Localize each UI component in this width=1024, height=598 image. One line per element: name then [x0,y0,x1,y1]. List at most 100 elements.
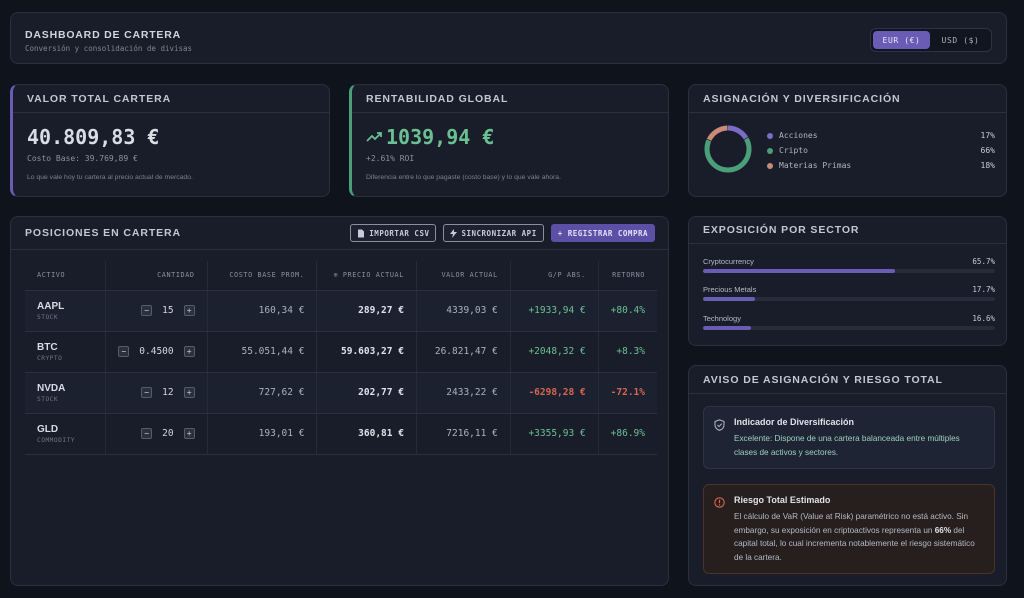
current-price-cell: 202,77 € [316,372,417,414]
sector-title: EXPOSICIÓN POR SECTOR [689,217,1006,244]
page-title: DASHBOARD DE CARTERA [25,29,182,41]
global-return-amount: 1039,94 € [386,125,495,149]
asset-symbol: GLD [37,423,59,435]
total-risk-title: Riesgo Total Estimado [734,495,831,505]
col-current-price: ⊕ PRECIO ACTUAL [316,261,417,291]
currency-eur-button[interactable]: EUR (€) [873,31,930,49]
quantity-value: 0.4500 [139,346,174,357]
pl-cell: +2048,32 € [510,331,599,373]
legend-value: 66% [980,146,995,155]
decrement-button[interactable]: − [141,387,153,398]
col-current-value: VALOR ACTUAL [416,261,511,291]
diversification-alert: Indicador de Diversificación Excelente: … [703,406,995,469]
asset-cell: NVDA STOCK [25,372,107,414]
table-header-row: ACTIVO CANTIDAD COSTO BASE PROM. ⊕ PRECI… [25,261,657,291]
risk-title: AVISO DE ASIGNACIÓN Y RIESGO TOTAL [689,366,1006,394]
register-purchase-button[interactable]: + REGISTRAR COMPRA [550,224,655,242]
total-risk-alert: Riesgo Total Estimado El cálculo de VaR … [703,484,995,574]
increment-button[interactable]: + [183,387,195,398]
table-row[interactable]: GLD COMMODITY −20 + 193,01 € 360,81 € 7216… [25,413,657,455]
decrement-button[interactable]: − [118,346,130,357]
allocation-title: ASIGNACIÓN Y DIVERSIFICACIÓN [689,85,1006,113]
quantity-stepper: −20 + [118,428,195,439]
cost-base-cell: 193,01 € [207,413,318,455]
return-cell: +80.4% [598,290,657,332]
asset-symbol: BTC [37,341,58,353]
legend-label: Materias Primas [779,161,852,170]
current-value-cell: 2433,22 € [416,372,511,414]
col-pl-abs: G/P ABS. [510,261,599,291]
shield-check-icon [714,419,725,431]
return-cell: +86.9% [598,413,657,455]
legend-item: Acciones 17% [767,128,995,143]
diversification-title: Indicador de Diversificación [734,417,855,427]
col-cost-base: COSTO BASE PROM. [207,261,318,291]
decrement-button[interactable]: − [141,305,153,316]
pl-cell: -6298,28 € [510,372,599,414]
table-row[interactable]: AAPL STOCK −15 + 160,34 € 289,27 € 4339,03… [25,290,657,332]
legend-value: 18% [980,161,995,170]
legend-item: Cripto 66% [767,143,995,158]
crypto-share-highlight: 66% [934,525,952,535]
pl-cell: +3355,93 € [510,413,599,455]
currency-toggle: EUR (€) USD ($) [870,28,992,52]
positions-toolbar: IMPORTAR CSV SINCRONIZAR API + REGISTRAR… [350,224,655,242]
increment-button[interactable]: + [183,346,195,357]
legend-item: Materias Primas 18% [767,158,995,173]
total-value-amount: 40.809,83 € [27,125,160,149]
sync-api-label: SINCRONIZAR API [461,228,537,238]
alert-circle-icon [714,497,725,508]
global-return-card: RENTABILIDAD GLOBAL 1039,94 € +2.61% ROI… [349,84,669,197]
table-row[interactable]: NVDA STOCK −12 + 727,62 € 202,77 € 2433,22… [25,372,657,414]
currency-usd-button[interactable]: USD ($) [932,31,989,49]
current-value-cell: 26.821,47 € [416,331,511,373]
sync-api-button[interactable]: SINCRONIZAR API [443,224,544,242]
cost-base-cell: 727,62 € [207,372,318,414]
sector-label: Precious Metals [703,285,757,294]
sector-bar [703,297,995,301]
current-price-cell: 360,81 € [316,413,417,455]
legend-dot [767,147,773,154]
decrement-button[interactable]: − [141,428,153,439]
allocation-donut-chart [704,125,752,173]
trending-up-icon [366,132,382,142]
asset-type: COMMODITY [37,436,76,444]
current-value-cell: 7216,11 € [416,413,511,455]
legend-label: Cripto [779,146,808,155]
sector-item: Cryptocurrency 65.7% [703,257,995,273]
legend-value: 17% [980,131,995,140]
asset-cell: BTC CRYPTO [25,331,107,373]
sector-label: Technology [703,314,741,323]
quantity-stepper: −15 + [118,305,195,316]
cost-base-cell: 160,34 € [207,290,318,332]
quantity-cell: −15 + [105,290,208,332]
pl-cell: +1933,94 € [510,290,599,332]
legend-dot [767,162,773,169]
quantity-cell: −20 + [105,413,208,455]
positions-card: POSICIONES EN CARTERA IMPORTAR CSV SINCR… [10,216,669,586]
legend-dot [767,132,773,139]
sector-exposure-card: EXPOSICIÓN POR SECTOR Cryptocurrency 65.7… [688,216,1007,346]
return-cell: +8.3% [598,331,657,373]
asset-type: CRYPTO [37,354,63,362]
legend-label: Acciones [779,131,818,140]
import-csv-button[interactable]: IMPORTAR CSV [350,224,437,242]
increment-button[interactable]: + [183,305,195,316]
quantity-cell: −12 + [105,372,208,414]
sector-bar [703,269,995,273]
quantity-stepper: −0.4500 + [118,346,195,357]
table-row[interactable]: BTC CRYPTO −0.4500 + 55.051,44 € 59.603,27… [25,331,657,373]
current-price-cell: 289,27 € [316,290,417,332]
increment-button[interactable]: + [183,428,195,439]
sector-item: Technology 16.6% [703,314,995,330]
total-value-title: VALOR TOTAL CARTERA [13,85,329,113]
return-cell: -72.1% [598,372,657,414]
total-risk-body: El cálculo de VaR (Value at Risk) paramé… [734,510,984,564]
quantity-value: 15 [162,305,174,316]
asset-cell: GLD COMMODITY [25,413,107,455]
sector-bar-fill [703,269,895,273]
asset-cell: AAPL STOCK [25,290,107,332]
quantity-value: 12 [162,387,174,398]
global-return-description: Diferencia entre lo que pagaste (costo b… [366,174,561,181]
sector-value: 17.7% [972,285,995,294]
